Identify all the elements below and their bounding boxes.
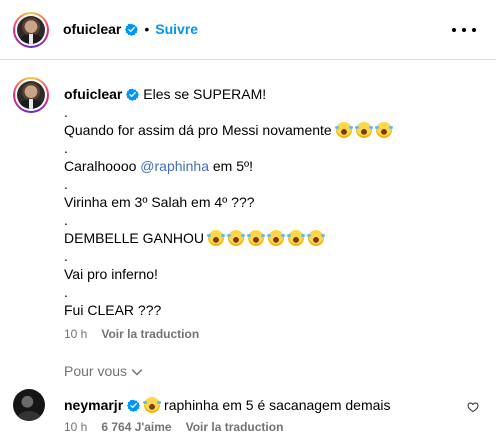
caption-line: ofuiclear Eles se SUPERAM! (64, 85, 484, 103)
caption-line: Quando for assim dá pro Messi novamente (64, 121, 484, 139)
more-dot (472, 28, 476, 32)
laughing-emoji-icon (374, 122, 393, 138)
sort-label: Pour vous (64, 363, 128, 379)
more-dot (462, 28, 466, 32)
author-avatar[interactable] (13, 12, 49, 48)
mention-link[interactable]: @raphinha (140, 158, 209, 174)
laughing-emoji-icon (207, 230, 226, 246)
caption-line: Vai pro inferno! (64, 266, 158, 282)
commenter-username[interactable]: neymarjr (64, 397, 123, 413)
verified-badge-icon (127, 399, 141, 412)
comment-body: raphinha em 5 é sacanagem demais (164, 397, 391, 413)
caption-line: Virinha em 3º Salah em 4º ??? (64, 194, 255, 210)
commenter-avatar[interactable] (13, 389, 45, 421)
caption-line-text: Quando for assim dá pro Messi novamente (64, 122, 332, 138)
separator-dot: • (144, 21, 150, 37)
more-horizontal-icon (452, 28, 456, 32)
caption-time: 10 h (64, 327, 88, 341)
follow-button[interactable]: Suivre (155, 21, 198, 37)
caption-line: . (64, 176, 68, 192)
translate-link[interactable]: Voir la traduction (101, 327, 199, 341)
laughing-emoji-icon (227, 230, 246, 246)
comment-likes[interactable]: 6 764 J'aime (101, 420, 171, 434)
comment-sort-dropdown[interactable]: Pour vous (64, 363, 143, 379)
laughing-emoji-icon (287, 230, 306, 246)
caption-text: ofuiclear Eles se SUPERAM! . Quando for … (64, 85, 484, 341)
caption-username[interactable]: ofuiclear (64, 86, 122, 102)
caption-line-text: em 5º! (208, 158, 254, 174)
caption-meta: 10 h Voir la traduction (64, 325, 484, 341)
verified-badge-icon (125, 23, 139, 36)
caption-line: . (64, 140, 68, 156)
laughing-emoji-icon (334, 122, 353, 138)
translate-link[interactable]: Voir la traduction (186, 420, 284, 434)
caption-line: . (64, 248, 68, 264)
comment-time: 10 h (64, 420, 88, 434)
caption-line-text: Caralhoooo (64, 158, 137, 174)
caption-line: . (64, 104, 68, 120)
laughing-emoji-icon (307, 230, 326, 246)
comment-text: neymarjr raphinha em 5 é sacanagem demai… (64, 396, 391, 414)
author-username[interactable]: ofuiclear (63, 21, 121, 37)
caption-line: Caralhoooo @raphinha em 5º! (64, 157, 484, 175)
chevron-down-icon (131, 369, 143, 376)
caption-line: DEMBELLE GANHOU (64, 229, 484, 247)
caption-line: Fui CLEAR ??? (64, 302, 162, 318)
caption-avatar[interactable] (13, 77, 49, 113)
caption-line-text: DEMBELLE GANHOU (64, 230, 205, 246)
laughing-emoji-icon (247, 230, 266, 246)
caption-line: . (64, 212, 68, 228)
post-header: ofuiclear • Suivre (0, 0, 496, 60)
more-options-button[interactable] (452, 20, 476, 40)
laughing-emoji-icon (354, 122, 373, 138)
laughing-emoji-icon (267, 230, 286, 246)
caption-line-text: Eles se SUPERAM! (143, 86, 267, 102)
comment-meta: 10 h 6 764 J'aime Voir la traduction (64, 420, 297, 436)
verified-badge-icon (126, 88, 140, 101)
caption-line: . (64, 284, 68, 300)
laughing-emoji-icon (143, 397, 162, 413)
heart-icon[interactable] (467, 401, 479, 413)
comment-item: neymarjr raphinha em 5 é sacanagem demai… (13, 389, 483, 439)
